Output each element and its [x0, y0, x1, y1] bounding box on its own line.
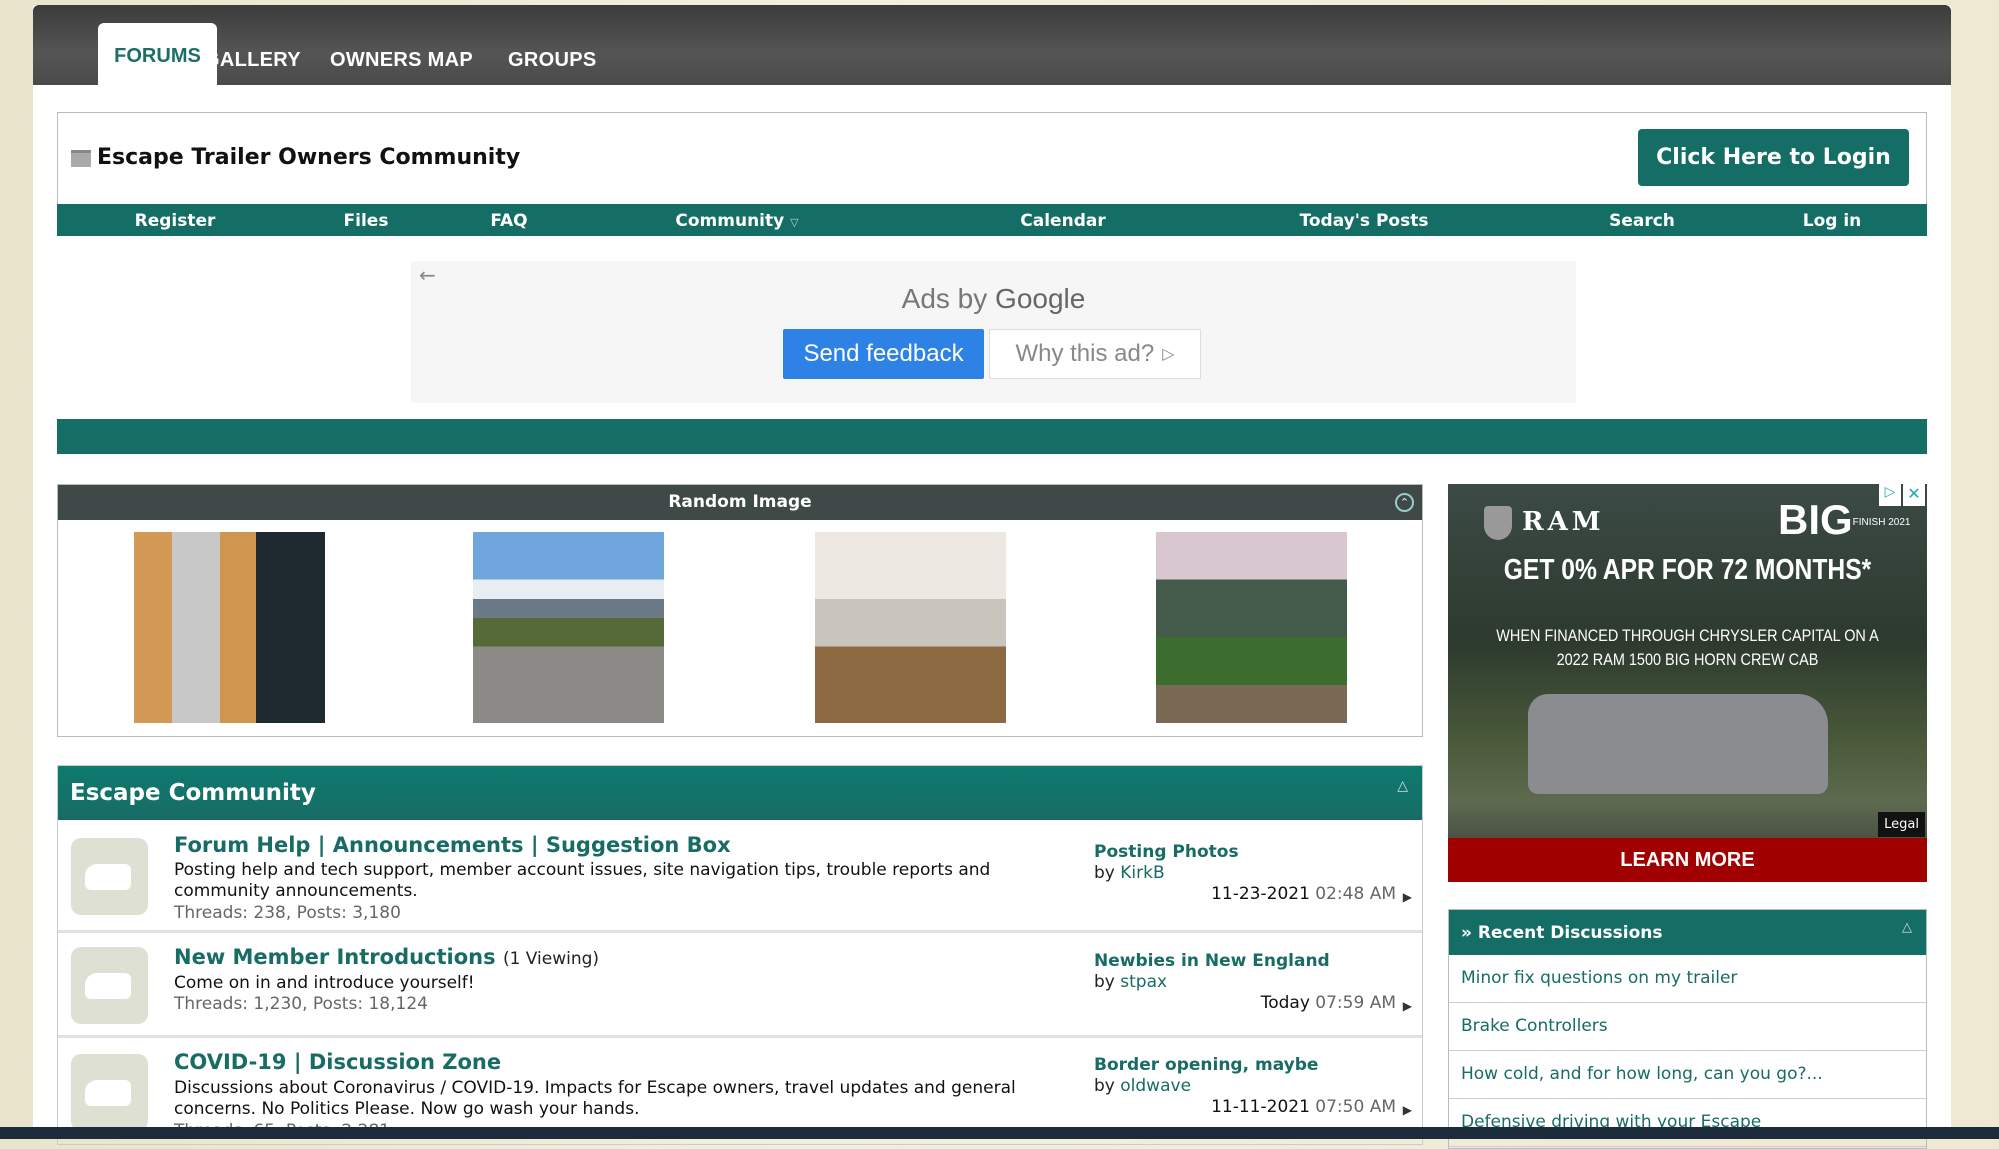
last-post-title[interactable]: Posting Photos	[1094, 842, 1239, 862]
last-post-title[interactable]: Newbies in New England	[1094, 951, 1330, 971]
time: 07:50 AM	[1315, 1097, 1396, 1117]
ad-headline: GET 0% APR FOR 72 MONTHS*	[1503, 554, 1872, 586]
ram-head-icon	[1484, 506, 1512, 540]
random-image-panel: Random Image ⌃	[57, 484, 1423, 737]
chevron-down-icon: ▽	[790, 216, 799, 229]
section-title[interactable]: Escape Community	[58, 766, 1422, 820]
last-post-date: Today 07:59 AM	[1261, 993, 1396, 1013]
recent-discussions-panel: » Recent Discussions △ Minor fix questio…	[1448, 909, 1927, 1149]
recent-discussion-link[interactable]: How cold, and for how long, can you go?.…	[1449, 1051, 1926, 1099]
tab-gallery[interactable]: GALLERY	[204, 49, 301, 72]
forum-title-link[interactable]: COVID-19 | Discussion Zone	[174, 1050, 501, 1074]
tab-forums[interactable]: FORUMS	[98, 23, 217, 90]
by-label: by	[1094, 1076, 1115, 1096]
random-image-thumb[interactable]	[815, 532, 1006, 723]
date: Today	[1260, 993, 1310, 1013]
ram-brand: RAM	[1522, 507, 1605, 537]
ram-logo: RAM	[1484, 506, 1605, 540]
login-button[interactable]: Click Here to Login	[1638, 129, 1909, 186]
last-post-user[interactable]: oldwave	[1120, 1076, 1191, 1096]
trailer-forum-icon	[71, 1054, 148, 1131]
by-label: by	[1094, 863, 1115, 883]
random-image-thumb[interactable]	[134, 532, 325, 723]
ads-by-label: Ads by	[901, 283, 988, 314]
last-post-by: by stpax	[1094, 972, 1167, 992]
nav-search[interactable]: Search	[1609, 211, 1675, 231]
last-post-user[interactable]: KirkB	[1120, 863, 1164, 883]
last-post-date: 11-23-2021 02:48 AM	[1211, 884, 1396, 904]
forum-row: Forum Help | Announcements | Suggestion …	[58, 820, 1422, 933]
forum-stats: Threads: 238, Posts: 3,180	[174, 903, 401, 923]
time: 07:59 AM	[1315, 993, 1396, 1013]
truck-image	[1528, 694, 1828, 794]
tab-owners-map[interactable]: OWNERS MAP	[330, 49, 473, 72]
go-to-last-post-icon[interactable]: ▶	[1403, 890, 1412, 904]
collapse-icon[interactable]: △	[1397, 778, 1408, 794]
nav-files[interactable]: Files	[344, 211, 389, 231]
random-image-title: Random Image	[58, 485, 1422, 520]
random-image-thumb[interactable]	[1156, 532, 1347, 723]
date: 11-11-2021	[1211, 1097, 1310, 1117]
divider-bar	[57, 419, 1927, 454]
forum-row: New Member Introductions (1 Viewing) Com…	[58, 933, 1422, 1038]
legal-link[interactable]: Legal	[1878, 812, 1925, 837]
go-to-last-post-icon[interactable]: ▶	[1403, 999, 1412, 1013]
google-ad-slot: ← Ads by Google Send feedback Why this a…	[411, 261, 1576, 403]
nav-login[interactable]: Log in	[1803, 211, 1862, 231]
viewing-count: (1 Viewing)	[502, 949, 600, 969]
ads-by-google: Ads by Google	[411, 283, 1576, 315]
trailer-forum-icon	[71, 838, 148, 915]
nav-register[interactable]: Register	[135, 211, 216, 231]
forum-stats: Threads: 1,230, Posts: 18,124	[174, 994, 428, 1014]
close-ad-icon[interactable]: ✕	[1903, 484, 1925, 506]
forum-title-link[interactable]: Forum Help | Announcements | Suggestion …	[174, 833, 731, 857]
top-tab-bar: FORUMS GALLERY OWNERS MAP GROUPS	[33, 5, 1951, 90]
random-image-thumb[interactable]	[473, 532, 664, 723]
nav-calendar[interactable]: Calendar	[1020, 211, 1105, 231]
collapse-icon[interactable]: ⌃	[1395, 493, 1414, 512]
ad-subline: WHEN FINANCED THROUGH CHRYSLER CAPITAL O…	[1496, 626, 1879, 669]
finish-text: FINISH 2021	[1852, 516, 1911, 528]
send-feedback-button[interactable]: Send feedback	[783, 329, 984, 379]
trailer-forum-icon	[71, 947, 148, 1024]
bottom-edge	[0, 1127, 1999, 1139]
nav-community[interactable]: Community ▽	[675, 211, 798, 231]
why-this-ad-label: Why this ad?	[1015, 340, 1155, 367]
nav-todays-posts[interactable]: Today's Posts	[1300, 211, 1429, 231]
date: 11-23-2021	[1211, 884, 1310, 904]
last-post-title[interactable]: Border opening, maybe	[1094, 1055, 1318, 1075]
adchoices-icon[interactable]: ▷	[1879, 484, 1901, 506]
recent-discussion-link[interactable]: Minor fix questions on my trailer	[1449, 955, 1926, 1003]
nav-community-label: Community	[675, 211, 785, 231]
nav-faq[interactable]: FAQ	[490, 211, 527, 231]
time: 02:48 AM	[1315, 884, 1396, 904]
nav-bar: Register Files FAQ Community ▽ Calendar …	[57, 204, 1927, 236]
forum-title-link[interactable]: New Member Introductions (1 Viewing)	[174, 945, 599, 969]
last-post-by: by KirkB	[1094, 863, 1165, 883]
tab-groups[interactable]: GROUPS	[508, 49, 596, 72]
escape-community-section: Escape Community △ Forum Help | Announce…	[57, 765, 1423, 1145]
last-post-by: by oldwave	[1094, 1076, 1191, 1096]
recent-discussions-title: » Recent Discussions	[1449, 910, 1926, 955]
last-post-user[interactable]: stpax	[1120, 972, 1167, 992]
collapse-icon[interactable]: △	[1902, 920, 1912, 935]
last-post-date: 11-11-2021 07:50 AM	[1211, 1097, 1396, 1117]
ram-display-ad[interactable]: RAM BIGFINISH 2021 GET 0% APR FOR 72 MON…	[1448, 484, 1927, 882]
folder-icon	[71, 150, 91, 167]
forum-description: Come on in and introduce yourself!	[174, 973, 475, 993]
adchoices-icon: ▷	[1162, 346, 1175, 363]
recent-discussion-link[interactable]: Brake Controllers	[1449, 1003, 1926, 1051]
google-logo-text: Google	[995, 283, 1086, 314]
forum-description: Discussions about Coronavirus / COVID-19…	[174, 1078, 1016, 1119]
forum-title[interactable]: New Member Introductions	[174, 945, 496, 969]
learn-more-button[interactable]: LEARN MORE	[1448, 838, 1927, 882]
forum-description: Posting help and tech support, member ac…	[174, 860, 991, 901]
by-label: by	[1094, 972, 1115, 992]
site-title[interactable]: Escape Trailer Owners Community	[97, 145, 520, 170]
recent-discussion-link[interactable]: Defensive driving with your Escape	[1449, 1099, 1926, 1147]
go-to-last-post-icon[interactable]: ▶	[1403, 1103, 1412, 1117]
why-this-ad-button[interactable]: Why this ad? ▷	[989, 329, 1201, 379]
big-text: BIG	[1778, 496, 1853, 543]
